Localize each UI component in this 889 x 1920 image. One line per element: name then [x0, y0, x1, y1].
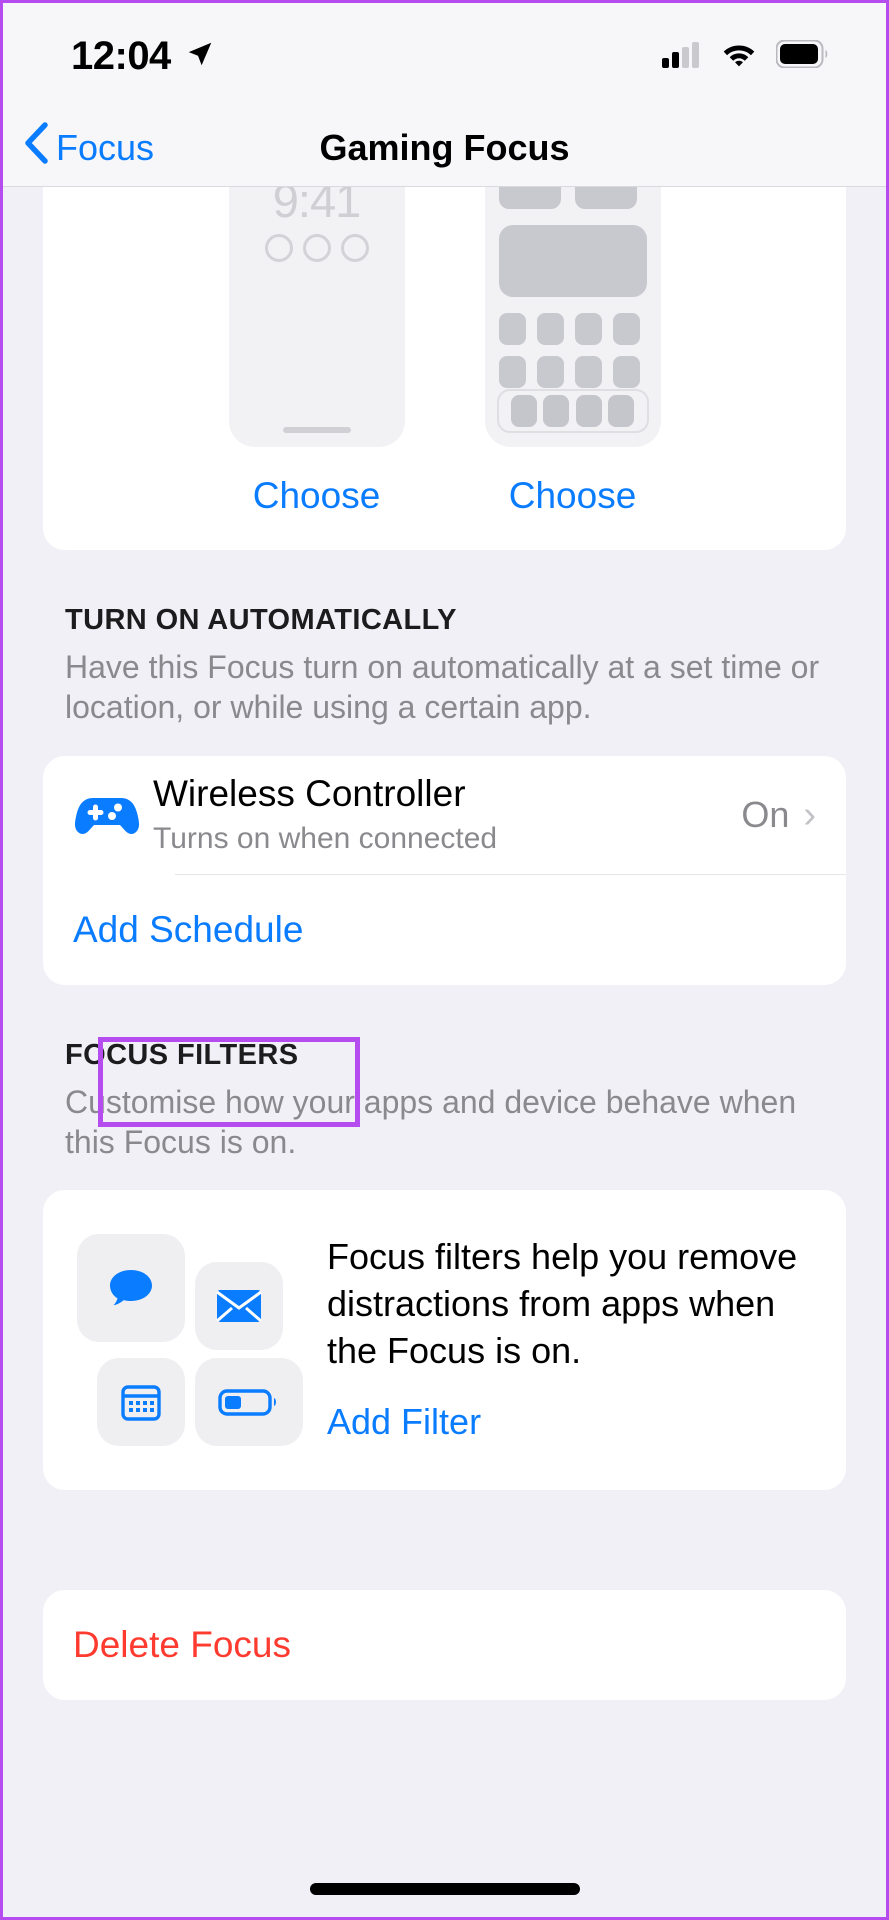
status-bar: 12:04: [3, 3, 886, 109]
section-title: FOCUS FILTERS: [65, 1038, 299, 1071]
choose-home-screen-button[interactable]: Choose: [509, 475, 637, 517]
row-subtitle: Turns on when connected: [153, 821, 498, 855]
add-schedule-button[interactable]: Add Schedule: [43, 875, 846, 985]
chevron-right-icon: ›: [803, 793, 816, 836]
widget-placeholder: [498, 187, 561, 209]
lock-screen-preview[interactable]: 9:41: [228, 187, 405, 447]
lock-screen-time: 9:41: [272, 187, 361, 227]
choose-lock-screen-button[interactable]: Choose: [253, 475, 381, 517]
section-title: TURN ON AUTOMATICALLY: [65, 604, 457, 636]
section-description: Customise how your apps and device behav…: [65, 1083, 797, 1160]
app-icon-placeholder: [536, 356, 564, 388]
row-wireless-controller[interactable]: Wireless Controller Turns on when connec…: [43, 756, 846, 874]
app-icon-placeholder: [574, 313, 602, 345]
home-screen-preview-column: Choose: [484, 187, 661, 517]
calendar-icon: [97, 1358, 185, 1447]
preview-home-indicator: [282, 427, 351, 433]
widget-placeholder: [574, 187, 637, 209]
previews-row: 9:41 Choose Choose: [43, 187, 846, 517]
status-bar-clock: 12:04: [71, 33, 171, 78]
icon-row: [498, 313, 647, 345]
lock-screen-placeholder-dots: [229, 234, 405, 262]
automation-card: Wireless Controller Turns on when connec…: [43, 755, 846, 985]
status-bar-right: [662, 39, 830, 73]
row-title: Wireless Controller: [153, 773, 466, 815]
status-badge: On: [741, 793, 790, 835]
icon-row: [498, 356, 647, 388]
home-screen-icon-grid: [498, 313, 647, 388]
delete-focus-card: Delete Focus: [43, 1590, 846, 1701]
message-bubble-icon: [77, 1234, 185, 1343]
dock-icon-placeholder: [543, 395, 570, 427]
focus-filters-section-header: FOCUS FILTERS Customise how your apps an…: [43, 985, 846, 1163]
dock-icon-placeholder: [510, 395, 537, 427]
dock-icon-placeholder: [575, 395, 602, 427]
app-icon-placeholder: [612, 313, 640, 345]
settings-scroll-view[interactable]: 9:41 Choose Choose TURN ON AUTOMATICALLY…: [3, 187, 886, 1917]
placeholder-dot: [302, 234, 331, 262]
home-screen-dock: [496, 389, 649, 433]
focus-filters-promo-description: Focus filters help you remove distractio…: [327, 1236, 798, 1371]
home-screen-top-widgets: [498, 187, 647, 209]
app-icon-placeholder: [574, 356, 602, 388]
chevron-left-icon: [23, 122, 49, 173]
large-widget-placeholder: [498, 225, 647, 297]
delete-focus-button[interactable]: Delete Focus: [43, 1590, 846, 1700]
low-power-battery-icon: [195, 1358, 303, 1447]
dock-icon-placeholder: [608, 395, 635, 427]
navigation-bar: Focus Gaming Focus: [3, 109, 886, 187]
placeholder-dot: [340, 234, 369, 262]
back-button[interactable]: Focus: [23, 122, 154, 173]
home-screen-mock: [485, 187, 661, 388]
location-arrow-icon: [185, 39, 215, 74]
section-description: Have this Focus turn on automatically at…: [65, 649, 820, 726]
focus-filter-icon-tiles: [77, 1234, 309, 1450]
lock-screen-preview-column: 9:41 Choose: [228, 187, 405, 517]
battery-icon: [775, 39, 830, 73]
app-icon-placeholder: [536, 313, 564, 345]
screen-customisation-card: 9:41 Choose Choose: [43, 187, 846, 550]
game-controller-icon: [73, 790, 153, 840]
row-text: Wireless Controller Turns on when connec…: [153, 773, 741, 856]
add-filter-button[interactable]: Add Filter: [327, 1401, 481, 1443]
app-icon-placeholder: [498, 356, 526, 388]
app-icon-placeholder: [498, 313, 526, 345]
home-screen-preview[interactable]: [484, 187, 661, 447]
placeholder-dot: [264, 234, 293, 262]
status-bar-left: 12:04: [71, 34, 215, 79]
row-value-group: On ›: [741, 794, 816, 836]
cellular-signal-icon: [662, 40, 702, 73]
home-indicator: [309, 1883, 580, 1895]
focus-filters-card: Focus filters help you remove distractio…: [43, 1190, 846, 1491]
focus-filters-promo-text-block: Focus filters help you remove distractio…: [309, 1234, 812, 1450]
focus-filters-promo: Focus filters help you remove distractio…: [43, 1190, 846, 1490]
mail-envelope-icon: [195, 1262, 283, 1351]
turn-on-automatically-section-header: TURN ON AUTOMATICALLY Have this Focus tu…: [43, 550, 846, 728]
app-icon-placeholder: [612, 356, 640, 388]
phone-screen: 12:04 Focus Gaming Focus 9:41 Choose Cho…: [0, 0, 889, 1920]
back-button-label: Focus: [56, 126, 155, 168]
wifi-icon: [720, 40, 758, 73]
